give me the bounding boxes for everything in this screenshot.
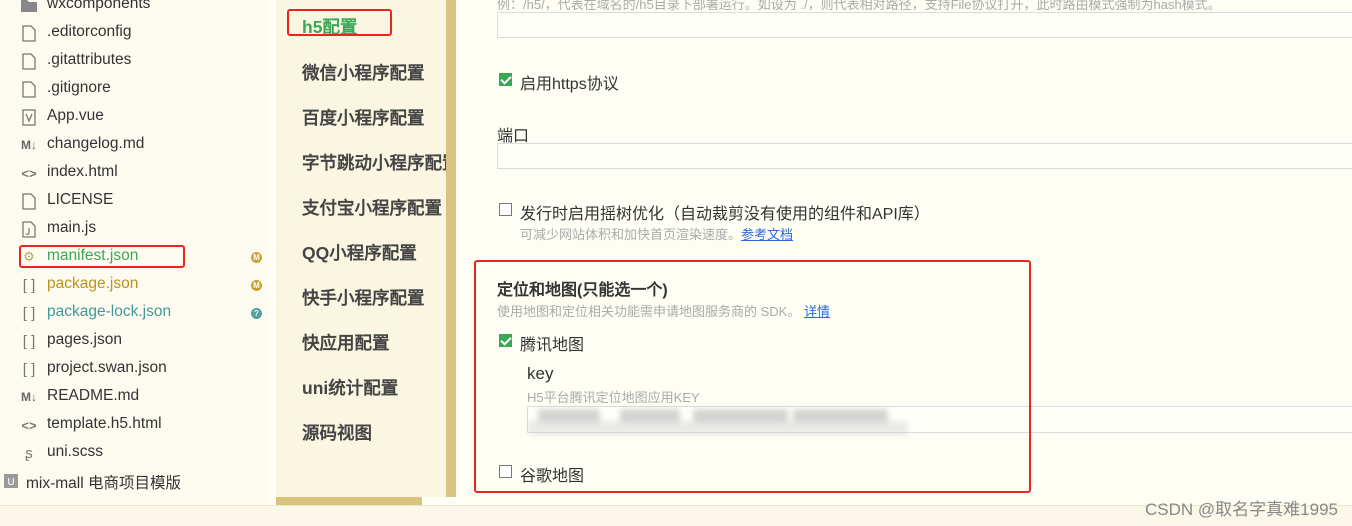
json-file-icon: [ ]: [22, 360, 36, 378]
base-path-input[interactable]: [497, 12, 1352, 38]
folder-icon: [20, 0, 38, 14]
nav-item-qq[interactable]: QQ小程序配置: [302, 240, 446, 265]
tree-item-label: App.vue: [47, 107, 104, 124]
nav-item-quickapp[interactable]: 快应用配置: [302, 330, 446, 355]
tree-item-label: pages.json: [47, 331, 122, 348]
vue-file-icon: [20, 108, 38, 126]
file-icon: [20, 24, 38, 42]
nav-item-baidu[interactable]: 百度小程序配置: [302, 105, 446, 130]
file-icon: [20, 192, 38, 210]
modified-badge: M: [251, 280, 262, 291]
json-file-icon: [ ]: [22, 276, 36, 294]
tree-item-package-lock-json[interactable]: [ ] package-lock.json ?: [0, 299, 268, 327]
nav-item-kuaishou[interactable]: 快手小程序配置: [302, 285, 446, 310]
tree-item-label: main.js: [47, 219, 97, 236]
tree-item-uni-scss[interactable]: ʂ uni.scss: [0, 439, 268, 467]
tencent-key-hint: H5平台腾讯定位地图应用KEY: [527, 390, 700, 405]
map-details-link[interactable]: 详情: [804, 304, 830, 319]
tencent-key-label: key: [527, 364, 554, 383]
tree-item-changelog[interactable]: M↓ changelog.md: [0, 131, 268, 159]
google-map-checkbox[interactable]: [499, 465, 512, 478]
tree-item-label: project.swan.json: [47, 359, 167, 376]
nav-item-toutiao[interactable]: 字节跳动小程序配置: [302, 150, 446, 175]
tree-item-app-vue[interactable]: App.vue: [0, 103, 268, 131]
tree-item-pages-json[interactable]: [ ] pages.json: [0, 327, 268, 355]
tree-item-template-h5[interactable]: <> template.h5.html: [0, 411, 268, 439]
tree-item-label: template.h5.html: [47, 415, 162, 432]
scss-file-icon: ʂ: [25, 444, 33, 462]
map-section-title: 定位和地图(只能选一个): [497, 282, 668, 299]
nav-item-source[interactable]: 源码视图: [302, 420, 446, 445]
nav-scrollbar[interactable]: [276, 497, 422, 505]
tree-item-gitignore[interactable]: .gitignore: [0, 75, 268, 103]
section-nav: h5配置 微信小程序配置 百度小程序配置 字节跳动小程序配置 支付宝小程序配置 …: [276, 0, 446, 497]
modified-badge: M: [251, 252, 262, 263]
tree-item-label: .editorconfig: [47, 23, 132, 40]
html-file-icon: <>: [21, 165, 37, 181]
tree-item-label: README.md: [47, 387, 140, 404]
html-file-icon: <>: [21, 417, 37, 433]
tree-item-license[interactable]: LICENSE: [0, 187, 268, 215]
tree-item-main-js[interactable]: main.js: [0, 215, 268, 243]
markdown-file-icon: M↓: [21, 390, 37, 404]
tree-item-project-swan-json[interactable]: [ ] project.swan.json: [0, 355, 268, 383]
treeshake-label: 发行时启用摇树优化（自动裁剪没有使用的组件和API库）: [520, 206, 930, 223]
tree-item-readme[interactable]: M↓ README.md: [0, 383, 268, 411]
treeshake-checkbox[interactable]: [499, 203, 512, 216]
tree-item-index-html[interactable]: <> index.html: [0, 159, 268, 187]
nav-item-h5[interactable]: h5配置: [302, 14, 446, 39]
json-file-icon: [ ]: [22, 332, 36, 350]
nav-divider: [446, 0, 456, 497]
map-hint-text: 使用地图和定位相关功能需申请地图服务商的 SDK。: [497, 304, 801, 319]
tree-item-label: .gitattributes: [47, 51, 132, 68]
tree-item-label: manifest.json: [47, 247, 139, 264]
tree-item-package-json[interactable]: [ ] package.json M: [0, 271, 268, 299]
tree-item-project-root[interactable]: U mix-mall 电商项目模版: [0, 467, 268, 495]
nav-item-uni-stat[interactable]: uni统计配置: [302, 375, 446, 400]
file-icon: [20, 52, 38, 70]
markdown-file-icon: M↓: [21, 138, 37, 152]
tree-item-label: mix-mall 电商项目模版: [26, 475, 181, 492]
redacted-key-blur: [528, 421, 908, 435]
tree-item-label: .gitignore: [47, 79, 111, 96]
port-input[interactable]: [497, 143, 1352, 169]
file-tree: wxcomponents .editorconfig .gitattribute…: [0, 0, 268, 505]
tree-item-manifest-json[interactable]: ⚙ manifest.json M: [0, 243, 268, 271]
file-icon: [20, 80, 38, 98]
tencent-key-input[interactable]: [527, 406, 1352, 435]
tree-item-label: package-lock.json: [47, 303, 172, 320]
google-map-label: 谷歌地图: [520, 468, 585, 485]
project-icon: U: [2, 472, 20, 490]
tree-item-gitattributes[interactable]: .gitattributes: [0, 47, 268, 75]
svg-text:U: U: [7, 477, 14, 488]
treeshake-hint: 可减少网站体积和加快首页渲染速度。参考文档: [520, 224, 793, 243]
tree-item-label: changelog.md: [47, 135, 145, 152]
treeshake-docs-link[interactable]: 参考文档: [741, 227, 793, 242]
json-file-icon: [ ]: [22, 304, 36, 322]
tree-item-label: index.html: [47, 163, 118, 180]
tencent-map-checkbox[interactable]: [499, 334, 512, 347]
tencent-map-label: 腾讯地图: [520, 337, 585, 354]
tree-item-label: uni.scss: [47, 443, 103, 460]
gear-file-icon: ⚙: [23, 249, 35, 264]
treeshake-hint-text: 可减少网站体积和加快首页渲染速度。: [520, 227, 742, 242]
tree-item-label: LICENSE: [47, 191, 114, 208]
tree-item-editorconfig[interactable]: .editorconfig: [0, 19, 268, 47]
settings-panel: 例：/h5/，代表在域名的/h5目录下部署运行。如设为 ./，则代表相对路径，支…: [456, 0, 1352, 505]
tree-item-label: wxcomponents: [47, 0, 151, 12]
untracked-badge: ?: [251, 308, 262, 319]
https-label: 启用https协议: [520, 76, 619, 93]
js-file-icon: [20, 220, 38, 238]
nav-item-alipay[interactable]: 支付宝小程序配置: [302, 195, 446, 220]
watermark: CSDN @取名字真难1995: [1145, 500, 1338, 519]
map-section-hint: 使用地图和定位相关功能需申请地图服务商的 SDK。 详情: [497, 301, 830, 320]
tree-item-label: package.json: [47, 275, 139, 292]
tree-item-wxcomponents[interactable]: wxcomponents: [0, 0, 268, 19]
nav-item-weixin[interactable]: 微信小程序配置: [302, 60, 446, 85]
https-checkbox[interactable]: [499, 73, 512, 86]
